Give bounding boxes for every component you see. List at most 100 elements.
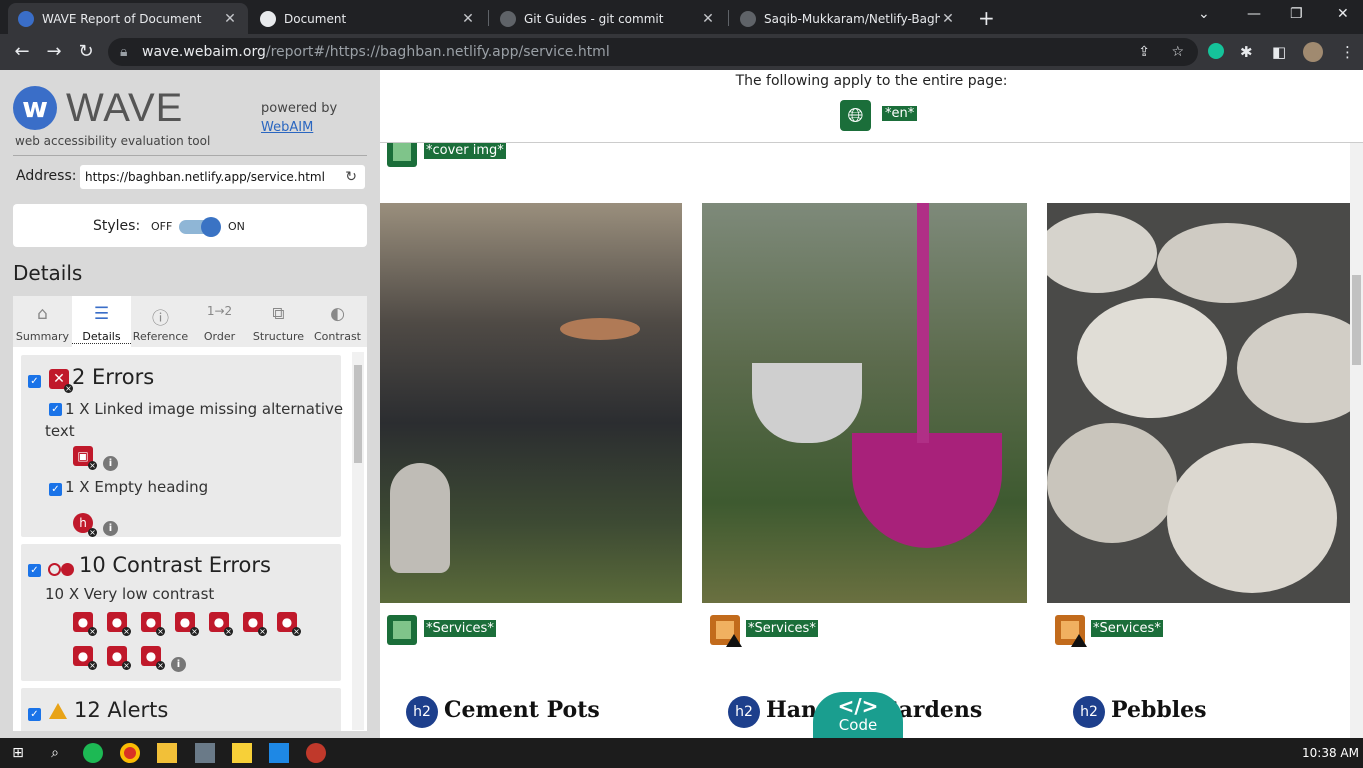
contrast-error-icon[interactable]: ●: [175, 612, 199, 636]
browser-tab[interactable]: WAVE Report of Document ✕: [8, 3, 248, 34]
wave-title: WAVE: [66, 86, 184, 130]
home-icon: ⌂: [37, 304, 48, 324]
h2-badge-icon[interactable]: h2: [406, 696, 438, 728]
language-globe-icon[interactable]: 🌐︎: [840, 100, 871, 131]
error-icon: ✕: [49, 369, 73, 393]
close-icon[interactable]: ✕: [940, 11, 956, 27]
browser-toolbar: ← → ↻ 🔒︎ wave.webaim.org/report#/https:/…: [0, 34, 1363, 70]
page-level-notice: The following apply to the entire page: …: [380, 70, 1363, 143]
cement-pots-image: [380, 203, 682, 603]
tab-search-icon[interactable]: ⌄: [1198, 6, 1210, 22]
refresh-icon[interactable]: ↻: [345, 165, 357, 189]
error-item-text: 1 X Empty heading: [65, 478, 209, 496]
contrast-checkbox[interactable]: ✓: [28, 564, 41, 577]
contrast-error-icon[interactable]: ●: [141, 646, 165, 670]
tab-reference[interactable]: ⓘ Reference: [131, 296, 190, 347]
contrast-error-icon[interactable]: ●: [277, 612, 301, 636]
spotify-icon[interactable]: [83, 743, 103, 763]
errors-title: 2 Errors: [72, 365, 155, 389]
windows-taskbar: ⊞ ⌕ 10:38 AM: [0, 738, 1363, 768]
contrast-error-icon[interactable]: ●: [107, 612, 131, 636]
page-scrollbar-thumb[interactable]: [1352, 275, 1361, 365]
page-scrollbar[interactable]: [1350, 143, 1363, 738]
wave-favicon-icon: [18, 10, 34, 27]
hanging-gardens-image: [702, 203, 1027, 603]
tab-summary[interactable]: ⌂ Summary: [13, 296, 72, 347]
app-icon[interactable]: [306, 743, 326, 763]
close-icon[interactable]: ✕: [700, 11, 716, 27]
linked-image-error-icon[interactable]: ▣: [73, 446, 97, 470]
details-heading: Details: [13, 261, 83, 285]
info-icon: ⓘ: [152, 309, 169, 329]
h2-badge-icon[interactable]: h2: [1073, 696, 1105, 728]
address-input[interactable]: https://baghban.netlify.app/service.html…: [80, 165, 365, 189]
menu-icon[interactable]: ⋮: [1340, 43, 1355, 61]
close-icon[interactable]: ✕: [222, 11, 238, 27]
sidebar-scrollbar-thumb[interactable]: [354, 365, 362, 463]
close-icon[interactable]: ✕: [460, 11, 476, 27]
error-item-checkbox[interactable]: ✓: [49, 483, 62, 496]
tab-label: Summary: [15, 330, 70, 343]
info-icon[interactable]: i: [103, 521, 118, 536]
image-icon[interactable]: [387, 615, 417, 645]
contrast-error-icon[interactable]: ●: [73, 646, 97, 670]
tab-title: Document: [284, 11, 347, 26]
vscode-icon[interactable]: [269, 743, 289, 763]
browser-tab[interactable]: Saqib-Mukkaram/Netlify-Baghba ✕: [730, 3, 966, 34]
bookmark-star-icon[interactable]: ☆: [1171, 38, 1184, 66]
contrast-error-icon[interactable]: ●: [73, 612, 97, 636]
contrast-icon: [48, 563, 61, 576]
code-icon: </>: [837, 694, 879, 718]
tab-label: Reference: [132, 330, 189, 343]
alert-icon: [49, 703, 67, 719]
h2-badge-icon[interactable]: h2: [728, 696, 760, 728]
list-icon: ☰: [93, 304, 110, 324]
tab-structure[interactable]: ⧉ Structure: [249, 296, 308, 347]
share-icon[interactable]: ⇪: [1138, 38, 1150, 66]
styles-toggle-box: Styles: OFF ON: [13, 204, 367, 247]
info-icon[interactable]: i: [171, 657, 186, 672]
minimize-button[interactable]: —: [1247, 6, 1261, 22]
alerts-checkbox[interactable]: ✓: [28, 708, 41, 721]
windows-start-icon[interactable]: ⊞: [8, 743, 28, 763]
sticky-notes-icon[interactable]: [232, 743, 252, 763]
side-panel-icon[interactable]: ◧: [1272, 43, 1286, 61]
restore-button[interactable]: ❐: [1290, 6, 1303, 22]
contrast-error-icon[interactable]: ●: [107, 646, 131, 670]
webaim-link[interactable]: WebAIM: [261, 120, 313, 135]
browser-tab[interactable]: Git Guides - git commit ✕: [490, 3, 726, 34]
grammarly-icon[interactable]: [1208, 43, 1224, 59]
search-icon[interactable]: ⌕: [45, 743, 65, 763]
contrast-icon: ◐: [330, 304, 345, 324]
apply-text: The following apply to the entire page:: [735, 73, 1008, 89]
contrast-error-icon[interactable]: ●: [209, 612, 233, 636]
browser-tab[interactable]: Document ✕: [250, 3, 486, 34]
pot-shape: [852, 433, 1002, 548]
tab-title: Saqib-Mukkaram/Netlify-Baghba: [764, 11, 940, 26]
pebble-shape: [1167, 443, 1337, 593]
styles-toggle-knob[interactable]: [201, 217, 221, 237]
url-bar[interactable]: 🔒︎ wave.webaim.org/report#/https://baghb…: [108, 38, 1198, 66]
contrast-error-icon[interactable]: ●: [243, 612, 267, 636]
extensions-icon[interactable]: ✱: [1240, 43, 1253, 61]
errors-checkbox[interactable]: ✓: [28, 375, 41, 388]
info-icon[interactable]: i: [103, 456, 118, 471]
reload-button[interactable]: ↻: [75, 41, 97, 62]
tab-details[interactable]: ☰ Details: [72, 296, 131, 347]
page-preview: *cover img* *Services* *Services* *Servi…: [380, 70, 1363, 738]
file-explorer-icon[interactable]: [157, 743, 177, 763]
window-close-button[interactable]: ✕: [1337, 6, 1349, 22]
pebble-shape: [1047, 423, 1177, 543]
globe-icon: [260, 10, 276, 27]
empty-heading-error-icon[interactable]: h: [73, 513, 97, 537]
chrome-icon[interactable]: [120, 743, 140, 763]
code-button[interactable]: </> Code: [813, 692, 903, 738]
avatar[interactable]: [1303, 42, 1323, 62]
contrast-error-icon[interactable]: ●: [141, 612, 165, 636]
app-icon[interactable]: [195, 743, 215, 763]
new-tab-button[interactable]: +: [978, 6, 995, 30]
back-button[interactable]: ←: [11, 41, 33, 62]
forward-button[interactable]: →: [43, 41, 65, 62]
tab-contrast[interactable]: ◐ Contrast: [308, 296, 367, 347]
tab-order[interactable]: 1→2 Order: [190, 296, 249, 347]
